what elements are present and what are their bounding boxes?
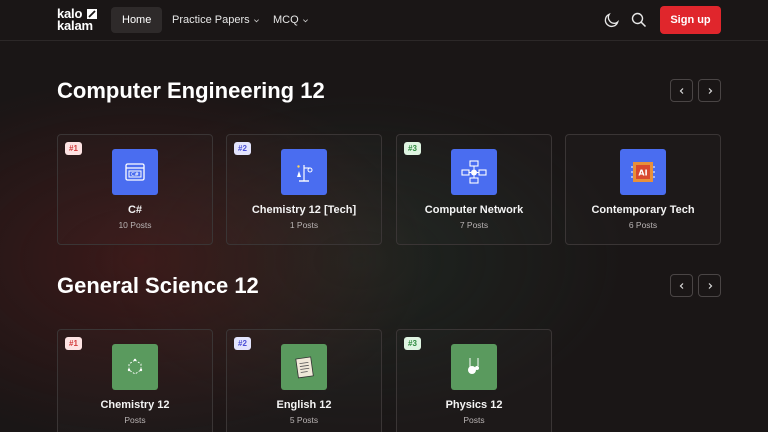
chevron-right-icon [708, 87, 712, 94]
card-post-count: Posts [124, 415, 146, 425]
card-title: Physics 12 [445, 399, 503, 411]
subject-card-csharp[interactable]: #1 C# C# 10 Posts [57, 134, 213, 245]
nav-mcq-menu[interactable]: MCQ [273, 7, 309, 33]
molecule-icon [127, 358, 143, 375]
subject-card-english-12[interactable]: #2 English 12 5 Posts [226, 329, 382, 432]
rank-badge: #2 [234, 337, 251, 350]
ai-chip-icon: AI [631, 162, 655, 182]
nav-practice-papers-menu[interactable]: Practice Papers [172, 7, 260, 33]
top-navbar: kalo kalam Home Practice Papers MCQ Sign… [0, 0, 768, 41]
rank-badge: #1 [65, 337, 82, 350]
pendulum-icon [468, 358, 479, 374]
chevron-down-icon [302, 18, 308, 22]
card-title: Chemistry 12 [100, 399, 170, 411]
rank-badge: #1 [65, 142, 82, 155]
signup-button[interactable]: Sign up [660, 6, 721, 34]
subject-tile: C# [112, 149, 158, 195]
csharp-window-icon: C# [125, 163, 145, 181]
chevron-left-icon [679, 282, 683, 289]
section-1-prev-button[interactable] [670, 79, 693, 102]
card-title: Contemporary Tech [591, 204, 695, 216]
notebook-icon [295, 356, 314, 379]
chevron-left-icon [679, 87, 683, 94]
subject-tile [451, 344, 497, 390]
card-post-count: 5 Posts [289, 415, 319, 425]
search-icon[interactable] [630, 11, 648, 29]
subject-card-contemporary-tech[interactable]: AI Contemporary Tech 6 Posts [565, 134, 721, 245]
section-title-computer-engineering: Computer Engineering 12 [57, 78, 325, 103]
subject-card-chemistry-tech[interactable]: #2 Chemistry 12 [Tech] 1 Posts [226, 134, 382, 245]
card-title: C# [127, 204, 143, 216]
logo-line-2: kalam [57, 18, 93, 33]
subject-tile [281, 344, 327, 390]
network-icon [461, 160, 487, 184]
subject-tile: AI [620, 149, 666, 195]
card-title: Chemistry 12 [Tech] [251, 204, 357, 216]
card-post-count: 6 Posts [628, 220, 658, 230]
section-1-next-button[interactable] [698, 79, 721, 102]
rank-badge: #3 [404, 142, 421, 155]
chevron-right-icon [708, 282, 712, 289]
moon-icon[interactable] [603, 11, 621, 29]
subject-tile [281, 149, 327, 195]
logo-mark-icon [87, 9, 97, 19]
nav-practice-papers-label: Practice Papers [172, 14, 250, 26]
subject-tile [451, 149, 497, 195]
signup-label: Sign up [670, 14, 711, 26]
subject-card-computer-network[interactable]: #3 Computer Network 7 Posts [396, 134, 552, 245]
nav-mcq-label: MCQ [273, 14, 299, 26]
rank-badge: #3 [404, 337, 421, 350]
section-2-next-button[interactable] [698, 274, 721, 297]
nav-home-label: Home [122, 14, 152, 26]
nav-home-link[interactable]: Home [111, 7, 163, 33]
card-post-count: 7 Posts [459, 220, 489, 230]
card-title: English 12 [276, 399, 332, 411]
card-post-count: 10 Posts [118, 220, 152, 230]
subject-tile [112, 344, 158, 390]
card-title: Computer Network [424, 204, 524, 216]
card-post-count: 1 Posts [289, 220, 319, 230]
section-title-general-science: General Science 12 [57, 273, 259, 298]
card-post-count: Posts [463, 415, 485, 425]
section-2-prev-button[interactable] [670, 274, 693, 297]
kalokalam-logo[interactable]: kalo kalam [57, 7, 97, 33]
subject-card-chemistry-12[interactable]: #1 Chemistry 12 Posts [57, 329, 213, 432]
chevron-down-icon [253, 18, 259, 22]
subject-card-physics-12[interactable]: #3 Physics 12 Posts [396, 329, 552, 432]
svg-text:C#: C# [131, 172, 139, 178]
rank-badge: #2 [234, 142, 251, 155]
svg-text:AI: AI [638, 169, 647, 178]
lab-stand-icon [297, 165, 313, 182]
